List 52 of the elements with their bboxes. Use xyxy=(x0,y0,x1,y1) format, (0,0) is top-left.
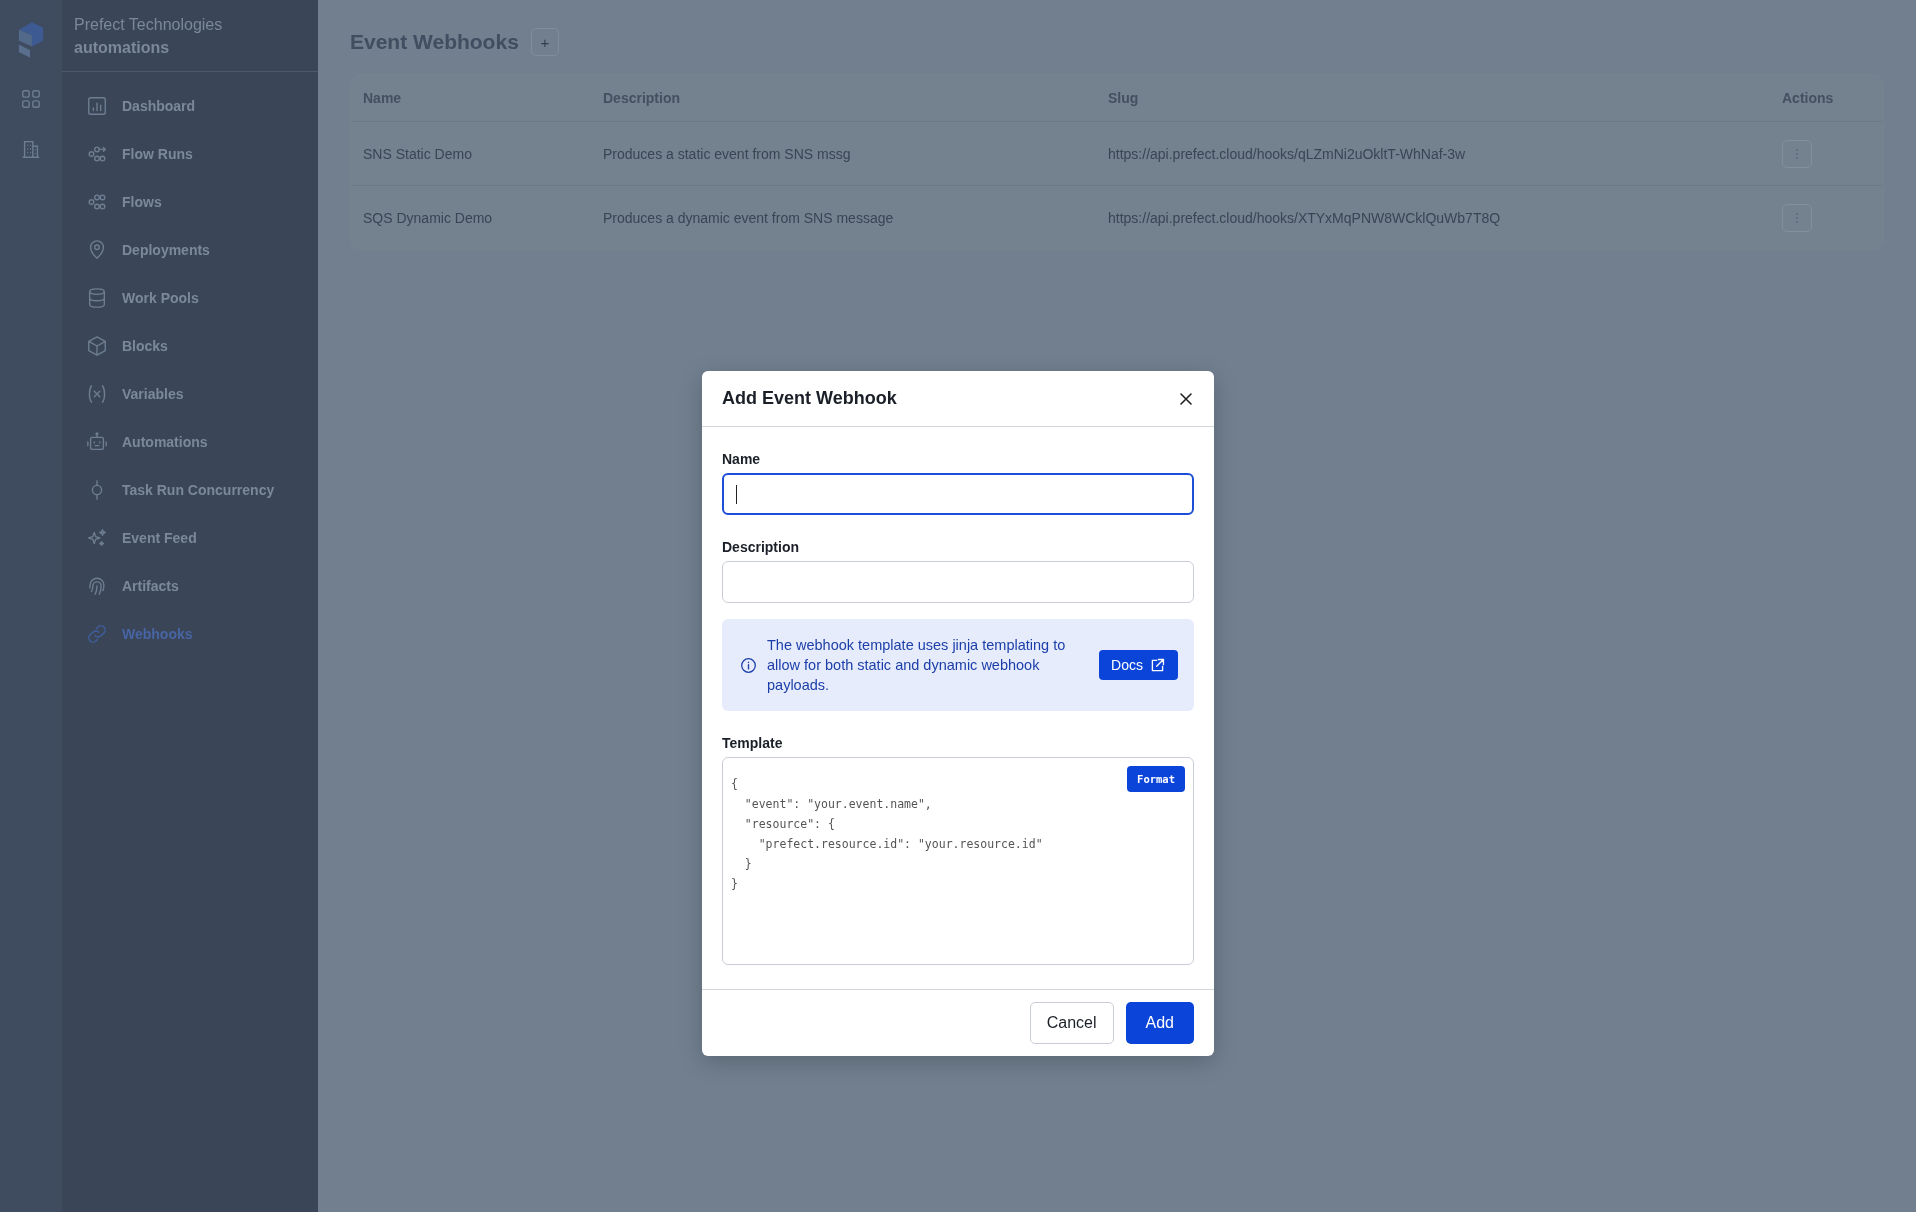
fingerprint-icon[interactable] xyxy=(86,575,108,597)
more-button[interactable] xyxy=(1782,203,1812,232)
sparkles-icon[interactable] xyxy=(86,527,108,549)
sidebar-item[interactable]: Dashboard xyxy=(122,98,196,114)
link-icon[interactable] xyxy=(86,623,108,645)
sidebar-item[interactable]: Work Pools xyxy=(122,290,199,306)
workspace-name[interactable]: automations xyxy=(74,36,306,60)
sidebar-item[interactable]: Event Feed xyxy=(122,530,197,546)
close-icon[interactable] xyxy=(1178,390,1194,407)
sidebar-item[interactable]: Blocks xyxy=(122,338,168,354)
table-cell-text: SNS Static Demo xyxy=(362,145,473,162)
sidebar-item[interactable]: Automations xyxy=(122,434,208,450)
account-name[interactable]: Prefect Technologies xyxy=(74,14,306,36)
cube-icon[interactable] xyxy=(86,335,108,357)
more-button[interactable] xyxy=(1782,139,1812,168)
add-button[interactable]: + xyxy=(530,28,559,56)
sidebar-item[interactable]: Deployments xyxy=(122,242,210,258)
sidebar-item[interactable]: Webhooks xyxy=(122,626,193,642)
robot-icon[interactable] xyxy=(86,431,108,453)
database-icon[interactable] xyxy=(86,287,108,309)
add-button[interactable]: Add xyxy=(1125,1002,1194,1044)
field-label: Description xyxy=(722,539,800,555)
table-cell-text: https://api.prefect.cloud/hooks/qLZmNi2uOkltT-WhNaf-3w xyxy=(1107,145,1467,162)
sidebar-item[interactable]: Flows xyxy=(122,194,162,210)
dialog-title: Add Event Webhook xyxy=(722,388,897,409)
name-field[interactable] xyxy=(722,473,1194,515)
table-cell-text: SQS Dynamic Demo xyxy=(362,209,494,226)
logo-icon xyxy=(17,20,45,58)
chart-icon[interactable] xyxy=(86,95,108,117)
sidebar-item[interactable]: Flow Runs xyxy=(122,146,193,162)
table-cell-text: https://api.prefect.cloud/hooks/XTYxMqPNW8WCklQuWb7T8Q xyxy=(1107,209,1502,226)
template-code: { "event": "your.event.name", "resource": { "prefect.resource.id": "your.resource.id" } } xyxy=(730,776,1044,893)
table-cell-text: Produces a dynamic event from SNS message xyxy=(602,209,895,226)
sidebar-item[interactable]: Variables xyxy=(122,386,184,402)
table-cell-text: Produces a static event from SNS mssg xyxy=(602,145,852,162)
grid-icon[interactable] xyxy=(20,88,42,110)
info-icon xyxy=(740,656,757,674)
format-button[interactable]: Format xyxy=(1127,766,1185,792)
flow-icon[interactable] xyxy=(86,191,108,213)
template-editor[interactable]: { "event": "your.event.name", "resource": { "prefect.resource.id": "your.resource.id" } } Format xyxy=(722,757,1194,965)
building-icon[interactable] xyxy=(20,138,42,160)
sidebar-item[interactable]: Task Run Concurrency xyxy=(122,482,275,498)
description-field[interactable] xyxy=(722,561,1194,603)
text-cursor xyxy=(736,485,737,504)
info-text: The webhook template uses jinja templating to allow for both static and dynamic webhook payloads. xyxy=(767,636,1067,695)
sidebar-item[interactable]: Artifacts xyxy=(122,578,179,594)
docs-button[interactable]: Docs xyxy=(1099,650,1178,680)
external-link-icon xyxy=(1149,656,1166,674)
field-label: Name xyxy=(722,451,762,467)
field-label: Template xyxy=(722,735,784,751)
variable-icon[interactable] xyxy=(86,383,108,405)
cancel-button[interactable]: Cancel xyxy=(1029,1002,1114,1044)
